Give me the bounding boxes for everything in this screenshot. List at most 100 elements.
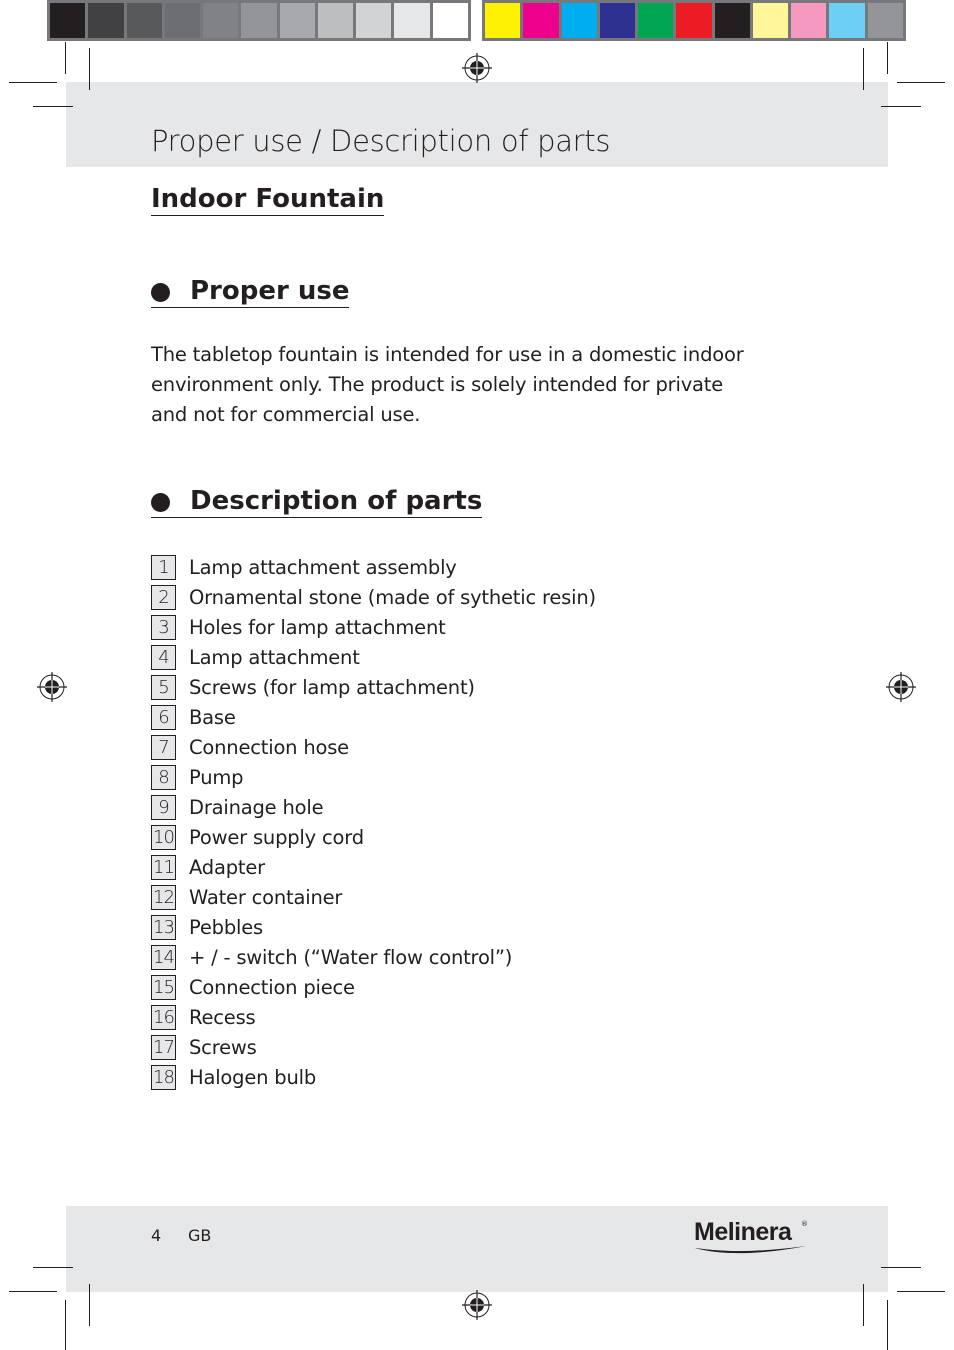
color-swatch [523,3,559,38]
crop-mark [65,42,66,74]
section-heading-description-of-parts: Description of parts [151,486,483,518]
part-label: Holes for lamp attachment [189,615,446,639]
part-list-item: 7 Connection hose [151,732,596,762]
gray-swatch [88,3,124,38]
gray-swatch [203,3,239,38]
part-label: Power supply cord [189,825,364,849]
part-number-box: 8 [151,764,176,790]
bullet-icon [151,282,170,302]
color-swatch [867,3,903,38]
crop-mark [65,1300,66,1350]
page-title: Proper use / Description of parts [151,124,611,158]
color-swatch [714,3,750,38]
part-list-item: 10 Power supply cord [151,822,596,852]
part-list-item: 15 Connection piece [151,973,596,1003]
section-heading-text: Description of parts [190,486,483,516]
part-label: Lamp attachment assembly [189,555,457,579]
part-list-item: 1 Lamp attachment assembly [151,552,596,582]
part-label: Halogen bulb [189,1066,317,1090]
part-number-box: 11 [151,854,176,880]
part-list-item: 18 Halogen bulb [151,1063,596,1093]
part-list-item: 8 Pump [151,762,596,792]
gray-swatch [432,3,468,38]
page-number: 4 [151,1226,162,1245]
part-number-box: 2 [151,584,176,610]
crop-mark [881,1267,921,1268]
crop-mark [9,1291,57,1292]
part-number-box: 1 [151,554,176,580]
crop-mark [863,1284,864,1326]
crop-mark [33,1267,73,1268]
part-list-item: 3 Holes for lamp attachment [151,612,596,642]
part-list-item: 17 Screws [151,1033,596,1063]
part-label: Pebbles [189,916,263,940]
brand-logo: Melinera ® [694,1218,809,1261]
color-swatch [752,3,789,38]
registration-mark-icon [886,672,916,702]
gray-swatch [279,3,315,38]
registered-mark: ® [801,1220,808,1228]
product-title: Indoor Fountain [151,184,385,216]
part-number-box: 5 [151,674,176,700]
part-number-box: 14 [151,945,176,971]
color-swatch [791,3,827,38]
part-list-item: 11 Adapter [151,852,596,882]
gray-swatch [356,3,392,38]
color-swatch [599,3,636,38]
section-heading-proper-use: Proper use [151,276,350,308]
gray-swatch [317,3,354,38]
logo-swoosh-icon [695,1246,806,1254]
registration-mark-icon [37,672,67,702]
part-list-item: 2 Ornamental stone (made of sythetic resi… [151,582,596,612]
part-label: Base [189,705,236,729]
part-number-box: 17 [151,1035,176,1061]
part-label: + / - switch (“Water flow control”) [189,946,513,970]
section-heading-text: Proper use [190,276,350,306]
part-list-item: 16 Recess [151,1003,596,1033]
part-number-box: 18 [151,1065,176,1091]
part-number-box: 13 [151,915,176,941]
part-number-box: 9 [151,794,176,820]
part-label: Pump [189,765,244,789]
color-swatch [638,3,674,38]
color-calibration-bar [482,0,906,41]
part-number-box: 3 [151,614,176,640]
proper-use-paragraph: The tabletop fountain is intended for us… [151,343,744,426]
crop-mark [89,1284,90,1326]
crop-mark [863,48,864,90]
color-swatch [561,3,597,38]
color-swatch [676,3,712,38]
part-number-box: 7 [151,734,176,760]
part-label: Connection piece [189,976,355,1000]
part-label: Water container [189,886,343,910]
color-swatch [829,3,865,38]
part-list-item: 4 Lamp attachment [151,642,596,672]
grayscale-calibration-bar [47,0,471,41]
part-label: Lamp attachment [189,645,360,669]
crop-mark [89,48,90,90]
part-label: Screws (for lamp attachment) [189,675,475,699]
part-number-box: 10 [151,824,176,850]
gray-swatch [50,3,86,38]
crop-mark [881,106,921,107]
part-label: Adapter [189,855,265,879]
part-label: Recess [189,1006,256,1030]
crop-mark [887,1300,888,1350]
crop-mark [897,82,945,83]
language-code: GB [188,1226,212,1245]
bullet-icon [151,492,170,512]
crop-mark [33,106,73,107]
registration-mark-icon [462,1290,492,1320]
registration-mark-icon [462,53,492,83]
gray-swatch [164,3,201,38]
color-swatch [485,3,521,38]
crop-mark [887,42,888,74]
part-label: Ornamental stone (made of sythetic resin… [189,585,596,609]
part-list-item: 5 Screws (for lamp attachment) [151,672,596,702]
crop-mark [9,82,57,83]
part-number-box: 12 [151,885,176,911]
part-label: Screws [189,1036,257,1060]
part-number-box: 15 [151,975,176,1001]
part-list-item: 9 Drainage hole [151,792,596,822]
part-label: Drainage hole [189,795,324,819]
